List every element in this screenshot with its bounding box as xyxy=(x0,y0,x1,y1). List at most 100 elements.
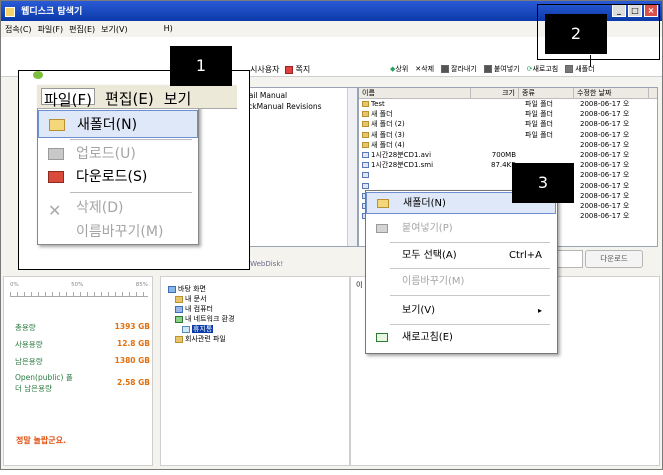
file-size xyxy=(471,99,519,109)
context-item-view[interactable]: 보기(V) ▸ xyxy=(366,300,556,322)
folder-icon xyxy=(362,101,369,107)
menu-edit[interactable]: 편집(E) xyxy=(69,24,95,34)
folder-icon xyxy=(377,199,389,208)
folder-icon xyxy=(175,335,183,343)
column-name[interactable]: 이름 xyxy=(359,88,471,98)
toolbar-message[interactable]: 쪽지 xyxy=(285,64,310,75)
file-date: 2008-06-17 오 xyxy=(580,201,630,210)
local-tree-item[interactable]: 휴지통 xyxy=(182,324,214,334)
file-date: 2008-06-17 오 xyxy=(580,100,630,108)
toolbar-cut-button[interactable]: 잘라내기 xyxy=(441,64,477,74)
toolbar-paste-button[interactable]: 붙여넣기 xyxy=(483,64,520,74)
column-size[interactable]: 크기 xyxy=(471,88,519,98)
usage-row-free: 남은용량 1380 GB xyxy=(15,356,150,366)
window-title: 웹디스크 탐색기 xyxy=(21,7,83,17)
folder-icon xyxy=(175,295,183,303)
menu-view[interactable]: 보기 xyxy=(164,88,192,108)
file-date: 2008-06-17 오 xyxy=(580,212,630,221)
menu-edit[interactable]: 편집(E) xyxy=(105,88,154,108)
file-date: 2008-06-17 오 xyxy=(580,140,630,149)
context-item-paste[interactable]: 붙여넣기(P) xyxy=(366,218,556,240)
file-size xyxy=(471,119,519,129)
file-type xyxy=(519,140,574,150)
local-tree-item[interactable]: 내 컴퓨터 xyxy=(175,304,213,314)
context-item-refresh[interactable]: 새로고침(E) xyxy=(366,327,556,349)
menu-item-download[interactable]: 다운로드(S) xyxy=(38,163,198,191)
file-row[interactable]: 새 폴더 (2) 파일 폴더 2008-06-17 오 xyxy=(359,119,657,129)
menu-file[interactable]: 파일(F) xyxy=(38,24,64,34)
file-row[interactable]: Test 파일 폴더 2008-06-17 오 xyxy=(359,99,657,109)
folder-icon xyxy=(49,119,65,131)
file-type: 파일 폴더 xyxy=(525,120,553,129)
local-column-header[interactable]: 이 xyxy=(356,280,362,290)
menu-separator xyxy=(390,295,550,296)
file-row[interactable]: 새 폴더 (3) 파일 폴더 2008-06-17 오 xyxy=(359,130,657,140)
toolbar-users[interactable]: 시사용자 xyxy=(250,64,279,75)
file-name: 새 폴더 (3) xyxy=(371,130,405,139)
usage-ruler: 0% 50% 85% xyxy=(10,282,148,302)
new-folder-icon xyxy=(565,65,574,73)
folder-icon xyxy=(362,131,369,138)
menu-view[interactable]: 보기(V) xyxy=(101,24,127,34)
menu-item-rename[interactable]: 이름바꾸기(M) xyxy=(38,218,198,246)
usage-row-used: 사용용량 12.8 GB xyxy=(15,339,150,349)
menu-help[interactable]: H) xyxy=(164,24,173,34)
folder-icon xyxy=(362,111,369,118)
local-tree-item[interactable]: 내 네트워크 환경 xyxy=(175,314,235,324)
toolbar-right: ◆상위 ✕삭제 잘라내기 붙여넣기 ⟳새로고침 새폴더 xyxy=(390,64,595,74)
local-tree-item[interactable]: 내 문서 xyxy=(175,294,207,304)
file-type: 파일 폴더 xyxy=(525,100,553,108)
file-type: 파일 폴더 xyxy=(525,110,553,119)
refresh-icon xyxy=(376,333,388,342)
usage-row-total: 총용량 1393 GB xyxy=(15,322,150,332)
menu-file[interactable]: 파일(F) xyxy=(41,88,95,109)
download-button[interactable]: 다운로드 xyxy=(585,250,643,268)
delete-icon: ✕ xyxy=(48,201,62,220)
file-date: 2008-06-17 오 xyxy=(580,110,630,119)
network-icon xyxy=(175,315,183,323)
context-item-select-all[interactable]: 모두 선택(A) Ctrl+A xyxy=(366,245,556,267)
local-tree-item[interactable]: 바탕 화면 xyxy=(168,284,206,294)
file-name: 새 폴더 xyxy=(371,110,393,119)
zoom-menu-bar: 파일(F) 편집(E) 보기 xyxy=(37,85,237,109)
local-tree-item[interactable]: 회사관련 파일 xyxy=(175,334,226,344)
file-name: 1시간28분CD1.avi xyxy=(371,150,432,159)
menu-connect[interactable]: 접속(C) xyxy=(5,24,32,34)
menu-separator xyxy=(390,242,550,243)
file-icon xyxy=(362,151,369,158)
toolbar-left: 시사용자 쪽지 xyxy=(250,64,310,75)
file-date: 2008-06-17 오 xyxy=(580,171,630,180)
scale-label: 50% xyxy=(71,282,84,288)
file-row[interactable]: 1시간28분CD1.smi 87.4KB 2008-06-17 오 xyxy=(359,160,657,170)
submenu-arrow-icon: ▸ xyxy=(537,306,542,315)
column-type[interactable]: 종류 xyxy=(519,88,574,98)
toolbar-delete-button[interactable]: ✕삭제 xyxy=(415,64,434,74)
download-path-field[interactable] xyxy=(555,250,583,268)
menu-item-new-folder[interactable]: 새폴더(N) xyxy=(38,110,198,138)
download-icon xyxy=(48,171,64,183)
file-list-header: 이름 크기 종류 수정한 날짜 xyxy=(359,88,657,99)
scale-label: 0% xyxy=(10,282,19,288)
file-date: 2008-06-17 오 xyxy=(580,130,630,139)
menu-separator xyxy=(70,192,192,193)
file-row[interactable]: 새 폴더 (4) 2008-06-17 오 xyxy=(359,140,657,150)
file-row[interactable]: 1시간28분CD1.avi 700MB 2008-06-17 오 xyxy=(359,150,657,160)
callout-badge-3: 3 xyxy=(512,163,574,203)
status-message: 정말 놀랍군요. xyxy=(16,436,66,445)
file-size: 700MB xyxy=(491,150,516,159)
file-icon xyxy=(362,162,369,169)
file-name: 새 폴더 (2) xyxy=(371,120,405,129)
context-item-rename[interactable]: 이름바꾸기(M) xyxy=(366,271,556,293)
tree-scrollbar[interactable] xyxy=(347,88,357,246)
file-date: 2008-06-17 오 xyxy=(580,181,630,190)
callout-badge-1: 1 xyxy=(170,46,232,86)
toolbar-refresh-button[interactable]: ⟳새로고침 xyxy=(527,64,559,74)
file-date: 2008-06-17 오 xyxy=(580,150,630,159)
file-date: 2008-06-17 오 xyxy=(580,161,630,170)
file-name: 새 폴더 (4) xyxy=(371,140,405,149)
paste-icon xyxy=(483,65,492,73)
column-date[interactable]: 수정한 날짜 xyxy=(574,88,649,98)
toolbar-up-button[interactable]: ◆상위 xyxy=(390,64,408,74)
file-row[interactable]: 새 폴더 파일 폴더 2008-06-17 오 xyxy=(359,109,657,119)
file-row[interactable]: 2008-06-17 오 xyxy=(359,170,657,180)
